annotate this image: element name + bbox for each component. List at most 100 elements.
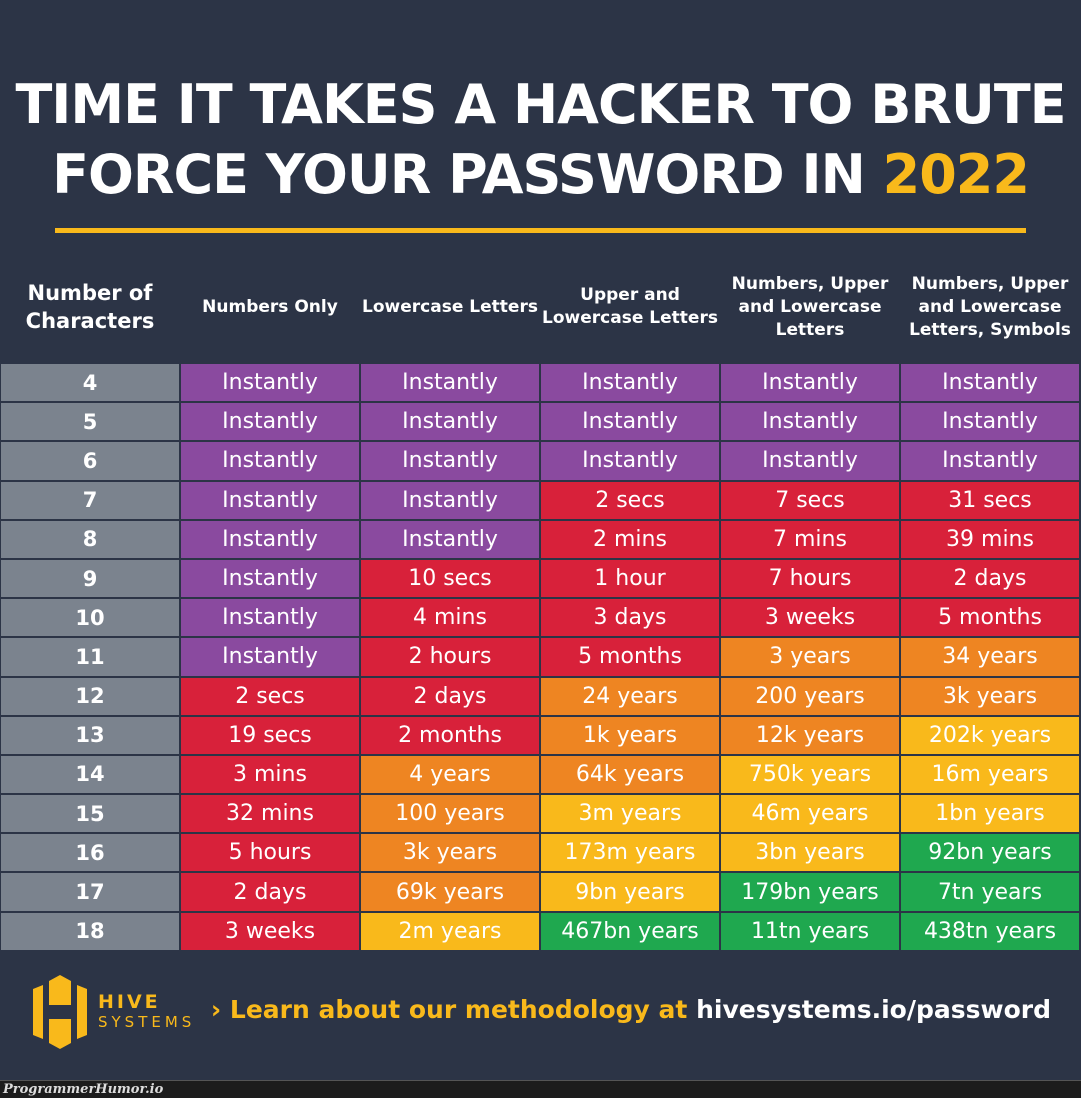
time-cell: 202k years [900, 715, 1080, 755]
time-cell: 4 mins [360, 598, 540, 638]
time-cell: 5 months [900, 598, 1080, 638]
time-cell: Instantly [720, 402, 900, 442]
table-body: 4 Instantly Instantly Instantly Instantly Ins… [0, 363, 1081, 951]
time-cell: 3 years [720, 637, 900, 677]
title-line-1: TIME IT TAKES A HACKER TO BRUTE [15, 73, 1066, 136]
character-count-cell: 18 [0, 911, 180, 951]
time-cell: Instantly [180, 519, 360, 559]
watermark: ProgrammerHumor.io [0, 1080, 1081, 1098]
character-count-cell: 12 [0, 676, 180, 716]
time-cell: Instantly [360, 480, 540, 520]
time-cell: 200 years [720, 676, 900, 716]
time-cell: 2 days [360, 676, 540, 716]
character-count-cell: 5 [0, 402, 180, 442]
table-row: 9 Instantly 10 secs 1 hour 7 hours 2 days [0, 558, 1081, 599]
character-count-cell: 10 [0, 598, 180, 638]
time-cell: 92bn years [900, 833, 1080, 873]
time-cell: Instantly [180, 637, 360, 677]
time-cell: 173m years [540, 833, 720, 873]
character-count-cell: 15 [0, 794, 180, 834]
time-cell: 5 hours [180, 833, 360, 873]
time-cell: 7 mins [720, 519, 900, 559]
character-count-cell: 16 [0, 833, 180, 873]
time-cell: 3m years [540, 794, 720, 834]
time-cell: 32 mins [180, 794, 360, 834]
methodology-link[interactable]: › Learn about our methodology at hivesys… [211, 995, 1051, 1024]
title-line-2: FORCE YOUR PASSWORD IN 2022 [52, 143, 1030, 206]
title-year: 2022 [882, 143, 1030, 206]
time-cell: 31 secs [900, 480, 1080, 520]
character-count-cell: 4 [0, 363, 180, 403]
time-cell: Instantly [180, 441, 360, 481]
column-header: Number of Characters [25, 281, 155, 333]
time-cell: Instantly [540, 441, 720, 481]
column-header: Lowercase Letters [362, 296, 538, 317]
time-cell: 7 secs [720, 480, 900, 520]
time-cell: 2 months [360, 715, 540, 755]
character-count-cell: 14 [0, 754, 180, 795]
time-cell: 1 hour [540, 558, 720, 599]
time-cell: 46m years [720, 794, 900, 834]
time-cell: 34 years [900, 637, 1080, 677]
time-cell: 4 years [360, 754, 540, 795]
time-cell: 1bn years [900, 794, 1080, 834]
time-cell: Instantly [180, 598, 360, 638]
time-cell: Instantly [900, 363, 1080, 403]
methodology-url[interactable]: hivesystems.io/password [696, 995, 1051, 1024]
time-cell: 100 years [360, 794, 540, 834]
logo-text-systems: SYSTEMS [98, 1013, 196, 1031]
time-cell: 1k years [540, 715, 720, 755]
time-cell: 2 days [900, 558, 1080, 599]
title-divider [55, 228, 1026, 233]
time-cell: 19 secs [180, 715, 360, 755]
time-cell: 3k years [360, 833, 540, 873]
table-row: 18 3 weeks 2m years 467bn years 11tn years 43… [0, 911, 1081, 951]
time-cell: 16m years [900, 754, 1080, 795]
table-row: 11 Instantly 2 hours 5 months 3 years 34 year… [0, 637, 1081, 677]
time-cell: 64k years [540, 754, 720, 795]
time-cell: 438tn years [900, 911, 1080, 951]
time-cell: Instantly [720, 363, 900, 403]
page-title: TIME IT TAKES A HACKER TO BRUTE FORCE YO… [0, 70, 1081, 210]
table-row: 8 Instantly Instantly 2 mins 7 mins 39 mins [0, 519, 1081, 559]
table-row: 10 Instantly 4 mins 3 days 3 weeks 5 months [0, 598, 1081, 638]
character-count-cell: 13 [0, 715, 180, 755]
table-row: 4 Instantly Instantly Instantly Instantly Ins… [0, 363, 1081, 403]
table-header: Number of Characters Numbers Only Lowercas… [0, 262, 1081, 352]
time-cell: Instantly [180, 363, 360, 403]
time-cell: 2 hours [360, 637, 540, 677]
time-cell: Instantly [540, 363, 720, 403]
time-cell: Instantly [900, 441, 1080, 481]
character-count-cell: 9 [0, 558, 180, 599]
time-cell: Instantly [360, 519, 540, 559]
time-cell: Instantly [180, 558, 360, 599]
character-count-cell: 6 [0, 441, 180, 481]
character-count-cell: 8 [0, 519, 180, 559]
time-cell: Instantly [540, 402, 720, 442]
time-cell: 5 months [540, 637, 720, 677]
time-cell: 3bn years [720, 833, 900, 873]
time-cell: 2 secs [180, 676, 360, 716]
hive-systems-logo: HIVE SYSTEMS [30, 975, 195, 1049]
time-cell: Instantly [360, 441, 540, 481]
logo-text-hive: HIVE [98, 991, 161, 1013]
time-cell: 2 days [180, 872, 360, 912]
character-count-cell: 17 [0, 872, 180, 912]
time-cell: 3 weeks [180, 911, 360, 951]
time-cell: 12k years [720, 715, 900, 755]
character-count-cell: 7 [0, 480, 180, 520]
time-cell: 3 weeks [720, 598, 900, 638]
time-cell: Instantly [360, 363, 540, 403]
time-cell: 39 mins [900, 519, 1080, 559]
time-cell: 3 mins [180, 754, 360, 795]
time-cell: 467bn years [540, 911, 720, 951]
time-cell: 2 mins [540, 519, 720, 559]
time-cell: Instantly [720, 441, 900, 481]
table-row: 13 19 secs 2 months 1k years 12k years 202k y… [0, 715, 1081, 755]
time-cell: 10 secs [360, 558, 540, 599]
column-header: Numbers Only [202, 296, 338, 317]
time-cell: Instantly [180, 402, 360, 442]
time-cell: 3k years [900, 676, 1080, 716]
table-row: 5 Instantly Instantly Instantly Instantly Ins… [0, 402, 1081, 442]
time-cell: Instantly [360, 402, 540, 442]
